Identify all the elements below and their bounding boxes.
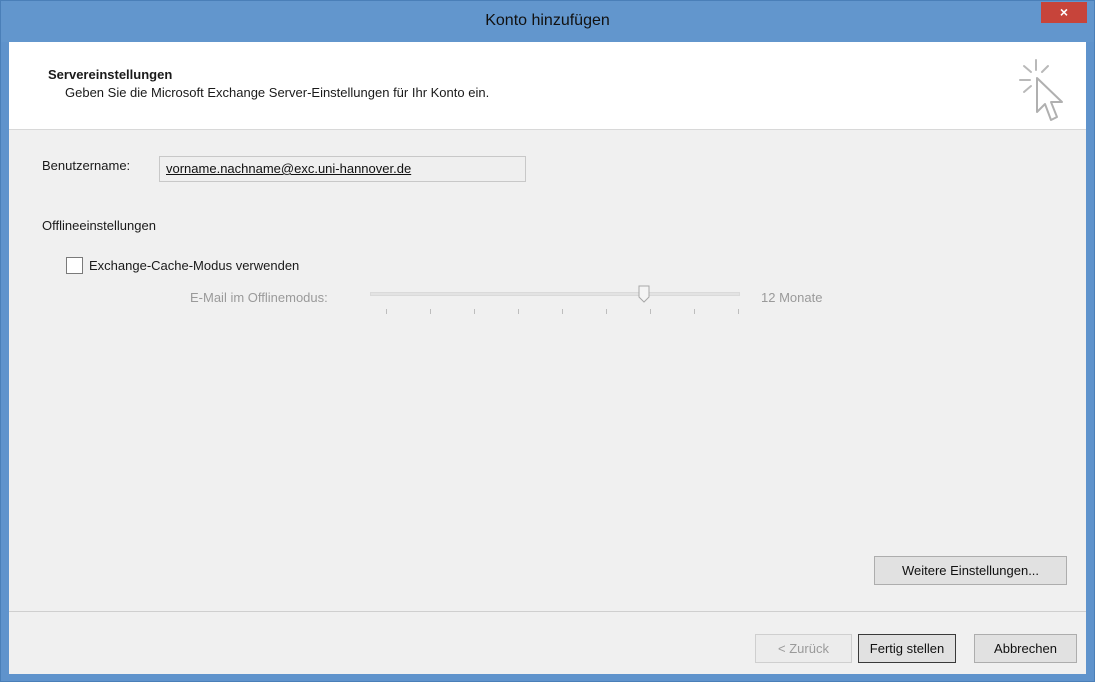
slider-tick	[650, 309, 651, 314]
dialog-client-area: Servereinstellungen Geben Sie die Micros…	[9, 42, 1086, 674]
offline-settings-heading: Offlineeinstellungen	[42, 218, 156, 233]
offline-mail-label: E-Mail im Offlinemodus:	[190, 290, 328, 305]
title-bar: Konto hinzufügen ×	[1, 1, 1094, 42]
window-title: Konto hinzufügen	[485, 12, 610, 29]
footer-divider	[9, 611, 1086, 612]
cancel-button[interactable]: Abbrechen	[974, 634, 1077, 663]
page-title: Servereinstellungen	[48, 67, 173, 82]
username-label: Benutzername:	[42, 158, 131, 173]
finish-button[interactable]: Fertig stellen	[858, 634, 956, 663]
slider-tick	[518, 309, 519, 314]
dialog-window: Konto hinzufügen × Servereinstellungen G…	[0, 0, 1095, 682]
slider-tick	[474, 309, 475, 314]
offline-mail-value: 12 Monate	[761, 290, 823, 305]
wizard-header: Servereinstellungen Geben Sie die Micros…	[9, 42, 1086, 130]
cache-mode-label: Exchange-Cache-Modus verwenden	[89, 258, 300, 273]
slider-tick	[562, 309, 563, 314]
cursor-sparkle-icon	[1019, 59, 1063, 121]
close-button[interactable]: ×	[1041, 2, 1087, 23]
slider-thumb[interactable]	[638, 285, 650, 303]
slider-tick	[430, 309, 431, 314]
cache-mode-option[interactable]: Exchange-Cache-Modus verwenden	[66, 257, 299, 274]
slider-tick	[386, 309, 387, 314]
page-subtitle: Geben Sie die Microsoft Exchange Server-…	[65, 85, 490, 100]
back-button[interactable]: < Zurück	[755, 634, 852, 663]
offline-mail-slider[interactable]	[370, 285, 740, 321]
username-input[interactable]: vorname.nachname@exc.uni-hannover.de	[159, 156, 526, 182]
slider-tick	[738, 309, 739, 314]
cache-mode-checkbox[interactable]	[66, 257, 83, 274]
more-settings-button[interactable]: Weitere Einstellungen...	[874, 556, 1067, 585]
slider-tick	[694, 309, 695, 314]
slider-track	[370, 292, 740, 296]
slider-tick	[606, 309, 607, 314]
